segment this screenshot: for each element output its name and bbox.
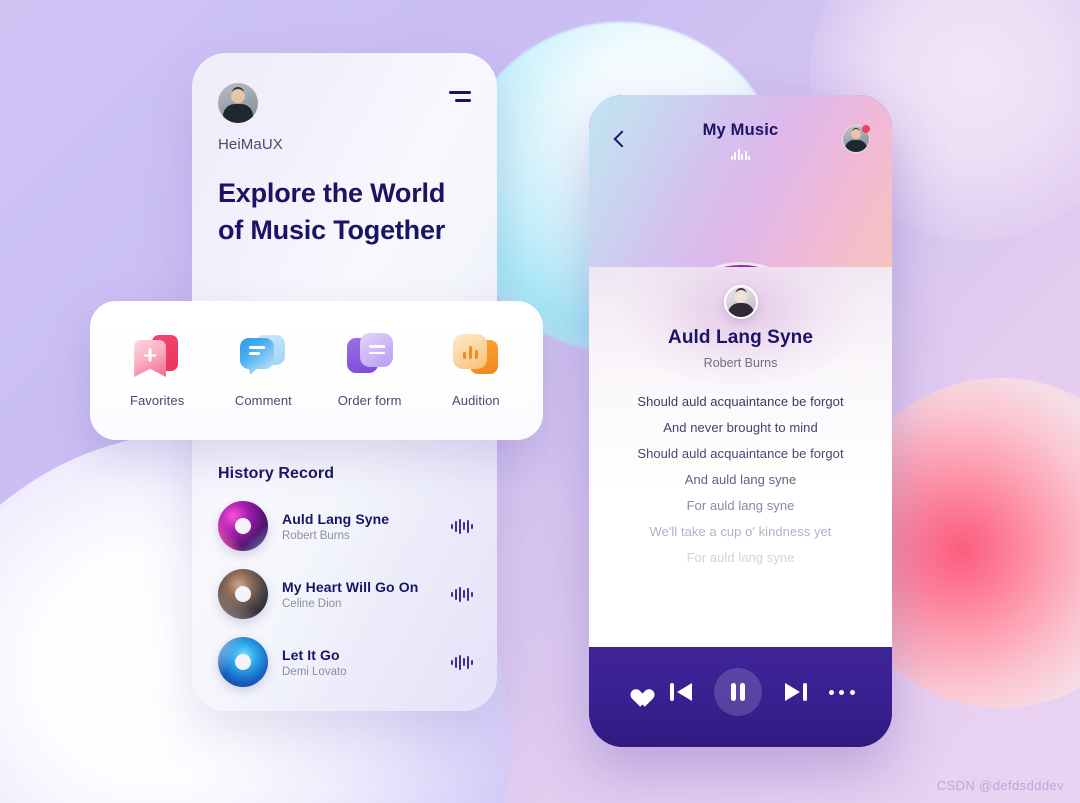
pause-icon[interactable]: [714, 668, 763, 716]
equalizer-icon[interactable]: [451, 586, 473, 602]
track-title: My Heart Will Go On: [282, 578, 419, 595]
ellipsis-icon[interactable]: [828, 682, 855, 702]
user-avatar[interactable]: [218, 83, 258, 123]
artist-portrait: [723, 285, 758, 319]
hamburger-icon[interactable]: [449, 91, 471, 107]
lyric-line: We'll take a cup o' kindness yet: [649, 524, 832, 539]
lyrics-panel[interactable]: Should auld acquaintance be forgot And n…: [603, 389, 878, 571]
skip-forward-icon[interactable]: [784, 682, 807, 702]
history-section-title: History Record: [218, 465, 335, 482]
album-thumbnail: [218, 637, 268, 687]
quick-action-label: Comment: [234, 393, 292, 408]
track-title: Let It Go: [282, 646, 340, 663]
bar-chart-icon: [452, 333, 499, 379]
notification-dot: [862, 125, 870, 133]
now-playing-title: Auld Lang Syne: [668, 327, 813, 348]
watermark: CSDN @defdsdddev: [936, 778, 1064, 793]
lyric-line: For auld lang syne: [686, 550, 795, 565]
list-item[interactable]: Let It Go Demi Lovato: [218, 637, 477, 687]
quick-action-order-form[interactable]: Order form: [320, 333, 420, 408]
quick-action-label: Favorites: [129, 393, 185, 408]
track-artist: Demi Lovato: [282, 665, 347, 678]
quick-action-comment[interactable]: Comment: [213, 333, 313, 408]
heart-icon[interactable]: [626, 682, 648, 702]
equalizer-icon[interactable]: [451, 518, 473, 534]
app-mockup-canvas: HeiMaUX Explore the World of Music Toget…: [0, 0, 1080, 803]
now-playing-artist: Robert Burns: [703, 356, 778, 370]
list-item[interactable]: My Heart Will Go On Celine Dion: [218, 569, 477, 619]
skip-back-icon[interactable]: [670, 682, 693, 702]
profile-row: [218, 83, 471, 123]
quick-actions-card: Favorites Comment Order form Audition: [90, 301, 543, 440]
right-phone-screen: My Music Auld Lang Syne Robert Burns Sho…: [589, 95, 892, 747]
track-artist: Robert Burns: [282, 529, 350, 542]
track-title: Auld Lang Syne: [282, 510, 390, 527]
history-section: History Record Auld Lang Syne Robert Bur…: [218, 465, 477, 687]
bookmark-plus-icon: [134, 333, 180, 379]
lyric-line: Should auld acquaintance be forgot: [637, 394, 844, 409]
comment-bubble-icon: [240, 333, 286, 379]
player-controls: [589, 647, 892, 747]
quick-action-audition[interactable]: Audition: [426, 333, 526, 408]
list-item[interactable]: Auld Lang Syne Robert Burns: [218, 501, 477, 551]
album-thumbnail: [218, 501, 268, 551]
quick-action-favorites[interactable]: Favorites: [107, 333, 207, 408]
lyric-line: Should auld acquaintance be forgot: [637, 446, 844, 461]
document-lines-icon: [346, 333, 393, 379]
user-avatar[interactable]: [842, 125, 870, 153]
track-artist: Celine Dion: [282, 597, 342, 610]
quick-action-label: Audition: [451, 393, 500, 408]
lyric-line: For auld lang syne: [686, 498, 795, 513]
page-title: Explore the World of Music Together: [218, 178, 446, 245]
album-thumbnail: [218, 569, 268, 619]
username-label: HeiMaUX: [218, 136, 283, 153]
lyric-line: And never brought to mind: [663, 420, 818, 435]
chevron-left-icon[interactable]: [611, 131, 628, 148]
player-header-area: My Music: [589, 95, 892, 267]
equalizer-icon[interactable]: [451, 654, 473, 670]
quick-action-label: Order form: [337, 393, 402, 408]
lyric-line: And auld lang syne: [684, 472, 797, 487]
